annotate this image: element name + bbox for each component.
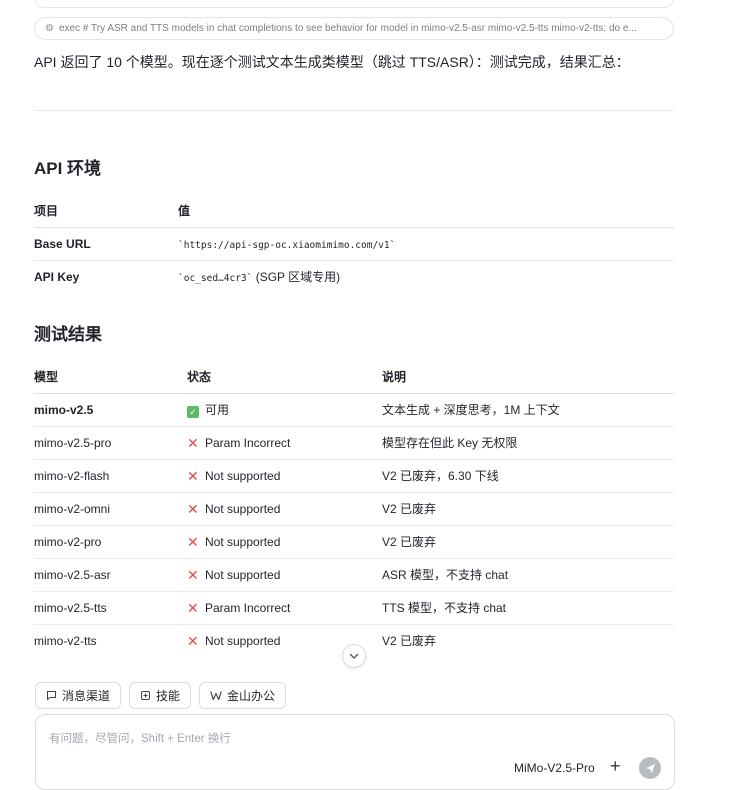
status-cell: ✕ Not supported — [187, 525, 382, 559]
status-text: Not supported — [205, 501, 281, 516]
env-section-title: API 环境 — [34, 159, 102, 178]
table-row: mimo-v2.5 ✓ 可用 文本生成 + 深度思考，1M 上下文 — [34, 393, 674, 427]
cross-icon: ✕ — [187, 467, 199, 484]
status-cell: ✕ Not supported — [187, 558, 382, 592]
wps-office-icon — [210, 691, 222, 701]
column-header: 状态 — [187, 360, 382, 394]
note-cell: V2 已废弃 — [382, 525, 674, 559]
divider — [34, 110, 674, 111]
table-row: mimo-v2-pro ✕ Not supported V2 已废弃 — [34, 525, 674, 559]
note-cell: 模型存在但此 Key 无权限 — [382, 426, 674, 460]
env-value: `oc_sed…4cr3` (SGP 区域专用) — [178, 260, 674, 293]
note-cell: V2 已废弃，6.30 下线 — [382, 459, 674, 493]
skill-icon — [141, 691, 151, 700]
wps-office-chip[interactable]: 金山办公 — [199, 682, 287, 709]
exec-tool-call-pill[interactable]: ⚙ exec # Try ASR and TTS models in chat … — [34, 17, 674, 40]
note-cell: 文本生成 + 深度思考，1M 上下文 — [382, 393, 674, 427]
status-text: Not supported — [205, 468, 281, 483]
column-header: 模型 — [34, 360, 187, 394]
note-cell: TTS 模型，不支持 chat — [382, 591, 674, 625]
cross-icon: ✕ — [187, 566, 199, 583]
composer-placeholder[interactable]: 有问题，尽管问，Shift + Enter 换行 — [49, 730, 231, 746]
status-cell: ✕ Param Incorrect — [187, 591, 382, 625]
status-text: Not supported — [205, 534, 281, 549]
chip-label: 消息渠道 — [62, 689, 111, 703]
table-header-row: 模型 状态 说明 — [34, 360, 674, 394]
chip-label: 金山办公 — [227, 689, 276, 703]
skill-chip[interactable]: 技能 — [129, 682, 192, 709]
quick-action-chips: 消息渠道 技能 金山办公 — [35, 682, 287, 709]
send-icon — [645, 763, 655, 773]
env-key: API Key — [34, 269, 80, 284]
cross-icon: ✕ — [187, 599, 199, 616]
chat-page: ⚙ exec # Try ASR and TTS models in chat … — [0, 0, 740, 790]
env-value: `https://api-sgp-oc.xiaomimimo.com/v1` — [178, 227, 674, 261]
table-row: mimo-v2.5-pro ✕ Param Incorrect 模型存在但此 Ke… — [34, 426, 674, 460]
column-header: 说明 — [382, 360, 674, 394]
api-key-note: (SGP 区域专用) — [255, 270, 341, 285]
model-name: mimo-v2.5 — [34, 393, 187, 427]
column-header: 项目 — [34, 194, 178, 228]
column-header: 值 — [178, 194, 674, 228]
note-cell: ASR 模型，不支持 chat — [382, 558, 674, 592]
scroll-to-bottom-button[interactable] — [342, 644, 366, 668]
table-row: mimo-v2-flash ✕ Not supported V2 已废弃，6.30… — [34, 459, 674, 493]
note-cell: V2 已废弃 — [382, 492, 674, 526]
status-cell: ✕ Param Incorrect — [187, 426, 382, 460]
exec-command-text: exec # Try ASR and TTS models in chat co… — [58, 23, 637, 34]
results-table: 模型 状态 说明 mimo-v2.5 ✓ 可用 文本生成 + 深度思考，1M 上下… — [34, 360, 674, 657]
status-text: Not supported — [205, 567, 281, 582]
message-channel-icon — [47, 691, 56, 701]
model-name: mimo-v2.5-pro — [34, 426, 187, 460]
cross-icon: ✕ — [187, 533, 199, 550]
env-key: Base URL — [34, 227, 178, 261]
model-name: mimo-v2-omni — [34, 492, 187, 526]
status-text: Param Incorrect — [205, 600, 291, 615]
model-name: mimo-v2-pro — [34, 525, 187, 559]
assistant-intro-text: API 返回了 10 个模型。现在逐个测试文本生成类模型（跳过 TTS/ASR）… — [34, 54, 630, 70]
api-key-code: `oc_sed…4cr3` — [178, 273, 253, 285]
table-row: mimo-v2.5-tts ✕ Param Incorrect TTS 模型，不支… — [34, 591, 674, 625]
chevron-down-icon — [349, 653, 359, 659]
check-icon: ✓ — [187, 406, 199, 418]
table-row: Base URL `https://api-sgp-oc.xiaomimimo.… — [34, 227, 674, 261]
model-name: mimo-v2-flash — [34, 459, 187, 493]
status-cell: ✕ Not supported — [187, 459, 382, 493]
results-section-title: 测试结果 — [34, 325, 102, 344]
status-cell: ✓ 可用 — [187, 393, 382, 427]
table-row: mimo-v2.5-asr ✕ Not supported ASR 模型，不支持 … — [34, 558, 674, 592]
status-text: Param Incorrect — [205, 435, 291, 450]
status-text: Not supported — [205, 633, 281, 648]
env-table: 项目 值 Base URL `https://api-sgp-oc.xiaomi… — [34, 194, 674, 293]
model-name: mimo-v2.5-tts — [34, 591, 187, 625]
message-composer[interactable]: 有问题，尽管问，Shift + Enter 换行 MiMo-V2.5-Pro + — [35, 714, 675, 790]
cross-icon: ✕ — [187, 434, 199, 451]
base-url-code: `https://api-sgp-oc.xiaomimimo.com/v1` — [178, 239, 396, 251]
table-row: mimo-v2-omni ✕ Not supported V2 已废弃 — [34, 492, 674, 526]
table-row: API Key `oc_sed…4cr3` (SGP 区域专用) — [34, 260, 674, 293]
table-header-row: 项目 值 — [34, 194, 674, 228]
message-channel-chip[interactable]: 消息渠道 — [35, 682, 122, 709]
plus-icon[interactable]: + — [610, 756, 621, 776]
gear-icon: ⚙ — [45, 23, 54, 34]
previous-tool-call-pill[interactable] — [34, 0, 674, 8]
model-name: mimo-v2-tts — [34, 633, 97, 648]
model-name: mimo-v2.5-asr — [34, 558, 187, 592]
cross-icon: ✕ — [187, 632, 199, 649]
cross-icon: ✕ — [187, 500, 199, 517]
status-text: 可用 — [205, 403, 230, 417]
note-cell: V2 已废弃 — [382, 634, 437, 649]
model-selector[interactable]: MiMo-V2.5-Pro — [514, 761, 595, 775]
chip-label: 技能 — [156, 689, 181, 703]
status-cell: ✕ Not supported — [187, 492, 382, 526]
send-button[interactable] — [639, 757, 661, 779]
